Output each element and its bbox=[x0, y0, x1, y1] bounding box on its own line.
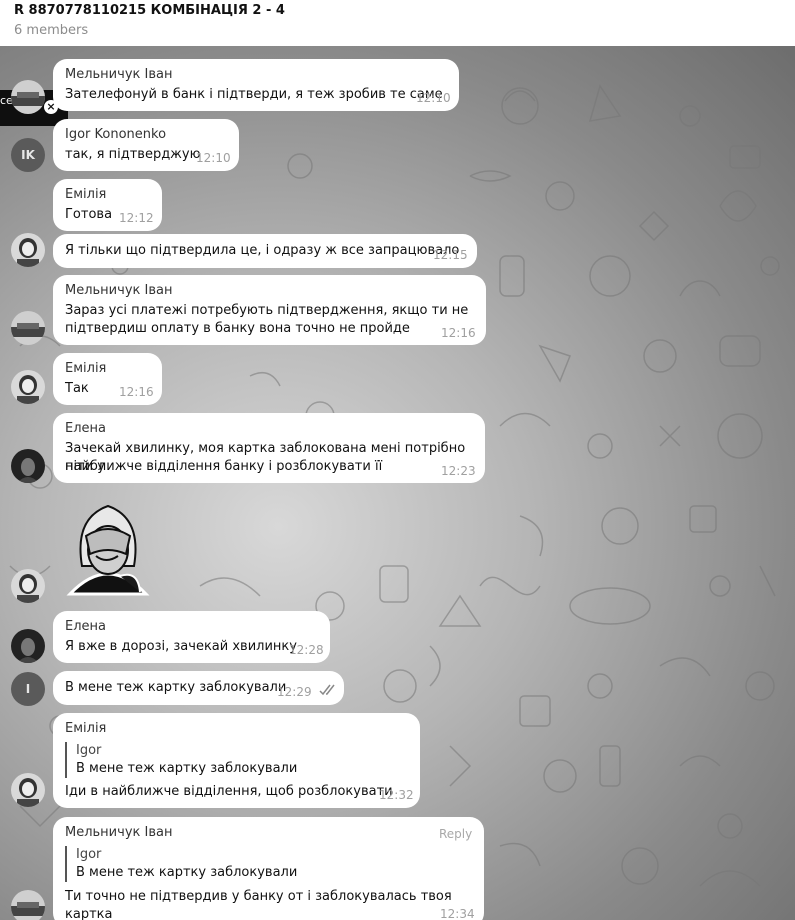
message-text: Готова bbox=[65, 207, 113, 222]
message-time: 12:32 bbox=[379, 788, 414, 802]
message-text: Я тільки що підтвердила це, і одразу ж в… bbox=[65, 243, 460, 258]
sender-name[interactable]: Емілія bbox=[65, 721, 106, 736]
message-bubble[interactable]: Елена Я вже в дорозі, зачекай хвилинку 1… bbox=[53, 611, 330, 663]
sender-name[interactable]: Елена bbox=[65, 619, 106, 634]
message-text: Я вже в дорозі, зачекай хвилинку bbox=[65, 639, 297, 654]
chat-title[interactable]: R 8870778110215 КОМБІНАЦІЯ 2 - 4 bbox=[14, 3, 285, 18]
quote-author: Igor bbox=[76, 847, 102, 862]
chat-background: ces × Мельничук Іван Зателефонуй в банк … bbox=[0, 46, 795, 920]
chat-header[interactable]: R 8870778110215 КОМБІНАЦІЯ 2 - 4 6 membe… bbox=[0, 0, 795, 46]
message-time: 12:15 bbox=[433, 248, 468, 262]
message-time: 12:16 bbox=[441, 326, 476, 340]
reply-quote[interactable]: Igor В мене теж картку заблокували bbox=[65, 846, 297, 882]
message-time: 12:12 bbox=[119, 211, 154, 225]
reply-button[interactable]: Reply bbox=[439, 827, 472, 841]
avatar[interactable] bbox=[11, 773, 45, 807]
message-bubble[interactable]: Я тільки що підтвердила це, і одразу ж в… bbox=[53, 234, 477, 268]
avatar-initials: I bbox=[25, 682, 31, 696]
quote-author: Igor bbox=[76, 743, 102, 758]
message-bubble[interactable]: Елена Зачекай хвилинку, моя картка забло… bbox=[53, 413, 485, 483]
chat-member-count: 6 members bbox=[14, 23, 89, 38]
message-time: 12:16 bbox=[119, 385, 154, 399]
message-text: В мене теж картку заблокували bbox=[65, 680, 287, 695]
avatar-initials: IK bbox=[21, 148, 35, 162]
message-bubble[interactable]: Мельничук Іван Зателефонуй в банк і підт… bbox=[53, 59, 459, 111]
sender-name[interactable]: Мельничук Іван bbox=[65, 283, 172, 298]
message-time: 12:28 bbox=[289, 643, 324, 657]
avatar[interactable] bbox=[11, 311, 45, 345]
message-text: Зараз усі платежі потребують підтверджен… bbox=[65, 303, 469, 318]
facepalm-sticker[interactable] bbox=[60, 496, 156, 596]
message-time: 12:29 bbox=[277, 685, 312, 699]
avatar[interactable] bbox=[11, 629, 45, 663]
message-text: так, я підтверджую bbox=[65, 147, 201, 162]
sender-name[interactable]: Igor Kononenko bbox=[65, 127, 166, 142]
sender-name[interactable]: Мельничук Іван bbox=[65, 825, 172, 840]
message-text: Так bbox=[65, 381, 89, 396]
message-text: Іди в найближче відділення, щоб розблоку… bbox=[65, 784, 393, 799]
quote-text: В мене теж картку заблокували bbox=[76, 865, 298, 880]
sender-name[interactable]: Елена bbox=[65, 421, 106, 436]
avatar[interactable] bbox=[11, 233, 45, 267]
sender-name[interactable]: Мельничук Іван bbox=[65, 67, 172, 82]
avatar[interactable] bbox=[11, 890, 45, 920]
message-bubble[interactable]: Емілія Готова 12:12 bbox=[53, 179, 162, 231]
message-bubble[interactable]: В мене теж картку заблокували 12:29 bbox=[53, 671, 344, 705]
reply-quote[interactable]: Igor В мене теж картку заблокували bbox=[65, 742, 297, 778]
message-bubble[interactable]: Емілія Так 12:16 bbox=[53, 353, 162, 405]
message-time: 12:23 bbox=[441, 464, 476, 478]
quote-text: В мене теж картку заблокували bbox=[76, 761, 298, 776]
message-text: Зателефонуй в банк і підтверди, я теж зр… bbox=[65, 87, 443, 102]
message-time: 12:10 bbox=[196, 151, 231, 165]
message-bubble[interactable]: Мельничук Іван Reply Igor В мене теж кар… bbox=[53, 817, 484, 920]
message-bubble[interactable]: Igor Kononenko так, я підтверджую 12:10 bbox=[53, 119, 239, 171]
message-time: 12:34 bbox=[440, 907, 475, 920]
avatar[interactable] bbox=[11, 80, 45, 114]
double-check-icon bbox=[319, 684, 335, 696]
avatar[interactable] bbox=[11, 370, 45, 404]
message-time: 12:10 bbox=[416, 91, 451, 105]
message-bubble[interactable]: Мельничук Іван Зараз усі платежі потребу… bbox=[53, 275, 486, 345]
sender-name[interactable]: Емілія bbox=[65, 187, 106, 202]
sender-name[interactable]: Емілія bbox=[65, 361, 106, 376]
message-text: Ти точно не підтвердив у банку от і забл… bbox=[65, 889, 452, 920]
message-text: підтвердиш оплату в банку вона точно не … bbox=[65, 321, 410, 336]
avatar[interactable] bbox=[11, 449, 45, 483]
message-text: найближче відділення банку і розблокуват… bbox=[65, 459, 383, 474]
avatar[interactable] bbox=[11, 569, 45, 603]
message-bubble[interactable]: Емілія Igor В мене теж картку заблокувал… bbox=[53, 713, 420, 808]
avatar[interactable]: IK bbox=[11, 138, 45, 172]
avatar[interactable]: I bbox=[11, 672, 45, 706]
